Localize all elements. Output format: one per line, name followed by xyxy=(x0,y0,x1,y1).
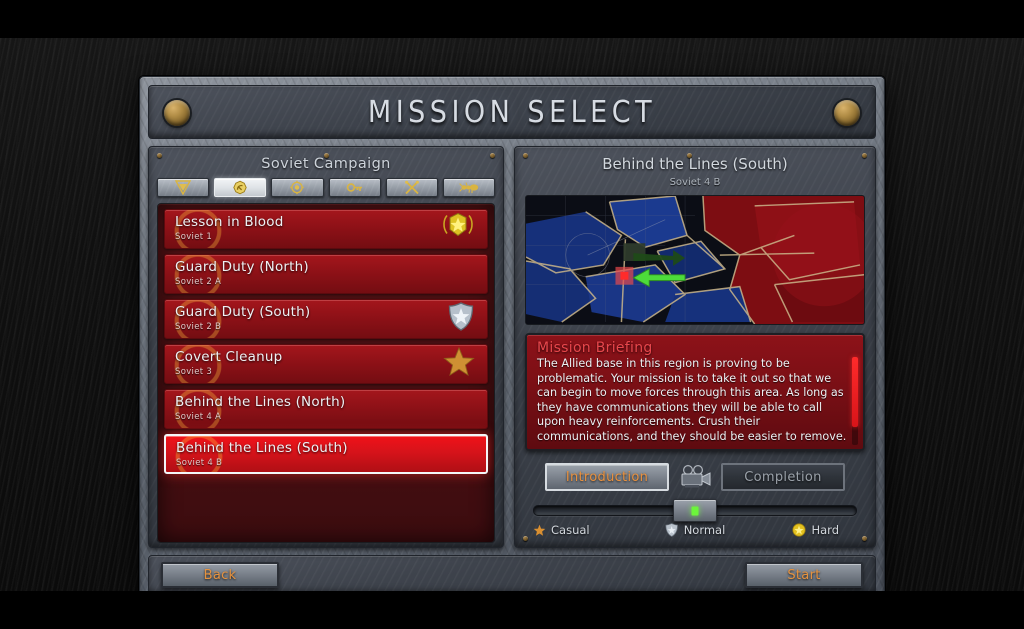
difficulty-option-normal[interactable]: Normal xyxy=(665,523,726,537)
difficulty-label-normal: Normal xyxy=(683,523,726,537)
mission-briefing: Mission Briefing The Allied base in this… xyxy=(525,333,865,451)
briefing-text: The Allied base in this region is provin… xyxy=(537,357,847,443)
silver-shield-icon xyxy=(447,302,475,337)
faction-tab-coop[interactable] xyxy=(385,178,438,197)
yuri-eye-icon xyxy=(286,180,308,195)
gold-medal-icon xyxy=(441,212,475,247)
mission-row[interactable]: Guard Duty (South) Soviet 2 B xyxy=(164,299,488,339)
difficulty-slider[interactable]: Casual Normal Hard xyxy=(533,499,857,545)
ant-icon xyxy=(458,180,480,195)
mission-row[interactable]: Behind the Lines (North) Soviet 4 A xyxy=(164,389,488,429)
rivet-icon xyxy=(687,153,692,158)
briefing-scrollbar[interactable] xyxy=(852,357,858,445)
bronze-star-icon xyxy=(533,524,546,536)
difficulty-label-casual: Casual xyxy=(551,523,590,537)
mission-row[interactable]: Behind the Lines (South) Soviet 4 B xyxy=(164,434,488,474)
campaign-panel: Soviet Campaign Lesson in Blood Soviet 1 G… xyxy=(148,146,504,548)
rivet-icon xyxy=(157,153,162,158)
mission-row-name: Covert Cleanup xyxy=(175,349,283,365)
bronze-star-icon xyxy=(443,346,475,382)
rivet-icon xyxy=(862,153,867,158)
map-graphic xyxy=(526,196,864,324)
mission-row-code: Soviet 3 xyxy=(175,367,213,377)
mission-row-name: Guard Duty (North) xyxy=(175,259,309,275)
letterbox-bottom xyxy=(0,591,1024,629)
letterbox-top xyxy=(0,0,1024,38)
mission-row-code: Soviet 2 A xyxy=(175,277,222,287)
window-titlebar: MISSION SELECT xyxy=(148,85,876,139)
mission-code: Soviet 4 B xyxy=(669,177,721,188)
faction-tab-bonus[interactable] xyxy=(328,178,381,197)
mission-map xyxy=(525,195,865,325)
screw-icon xyxy=(164,100,190,126)
mission-row[interactable]: Covert Cleanup Soviet 3 xyxy=(164,344,488,384)
page-title: MISSION SELECT xyxy=(367,94,657,130)
mission-row-name: Lesson in Blood xyxy=(175,214,284,230)
back-button[interactable]: Back xyxy=(161,562,279,588)
mission-detail-panel: Behind the Lines (South) Soviet 4 B Miss… xyxy=(514,146,876,548)
gold-medal-icon xyxy=(792,523,807,537)
faction-tab-allied[interactable] xyxy=(157,178,210,197)
allied-shield-icon xyxy=(172,180,194,195)
completion-button[interactable]: Completion xyxy=(721,463,845,491)
rivet-icon xyxy=(523,536,528,541)
mission-row[interactable]: Lesson in Blood Soviet 1 xyxy=(164,209,488,249)
mission-row-name: Behind the Lines (North) xyxy=(175,394,346,410)
soviet-emblem-icon xyxy=(229,180,251,195)
introduction-button[interactable]: Introduction xyxy=(545,463,669,491)
faction-tab-yuri[interactable] xyxy=(271,178,324,197)
game-screen: MISSION SELECT Soviet Campaign Lesson in… xyxy=(0,0,1024,629)
silver-shield-icon xyxy=(665,523,678,537)
video-buttons: Introduction Completion xyxy=(525,461,865,493)
film-camera-icon xyxy=(675,465,715,489)
rivet-icon xyxy=(324,153,329,158)
window-footer: Back Start xyxy=(148,555,876,595)
screw-icon xyxy=(834,100,860,126)
briefing-scroll-thumb[interactable] xyxy=(852,357,858,427)
mission-row-name: Guard Duty (South) xyxy=(175,304,311,320)
slider-handle[interactable] xyxy=(673,499,717,522)
difficulty-option-hard[interactable]: Hard xyxy=(792,523,839,537)
mission-row-name: Behind the Lines (South) xyxy=(176,440,348,456)
mission-row-code: Soviet 1 xyxy=(175,232,213,242)
faction-tabs xyxy=(149,172,503,197)
difficulty-label-hard: Hard xyxy=(811,523,839,537)
mission-row[interactable]: Guard Duty (North) Soviet 2 A xyxy=(164,254,488,294)
window-body: Soviet Campaign Lesson in Blood Soviet 1 G… xyxy=(148,146,876,548)
briefing-title: Mission Briefing xyxy=(537,340,653,356)
gold-medal-badge xyxy=(443,212,473,237)
crossed-tools-icon xyxy=(401,180,423,195)
rivet-icon xyxy=(862,536,867,541)
rivet-icon xyxy=(523,153,528,158)
bronze-star-badge xyxy=(443,346,475,376)
key-icon xyxy=(344,180,366,195)
mission-title: Behind the Lines (South) xyxy=(602,155,788,173)
faction-tab-ant[interactable] xyxy=(442,178,496,197)
mission-row-code: Soviet 4 B xyxy=(176,458,223,468)
mission-select-window: MISSION SELECT Soviet Campaign Lesson in… xyxy=(139,76,885,599)
difficulty-option-casual[interactable]: Casual xyxy=(533,523,590,537)
silver-shield-badge xyxy=(448,302,474,331)
mission-row-code: Soviet 2 B xyxy=(175,322,222,332)
rivet-icon xyxy=(490,153,495,158)
mission-row-code: Soviet 4 A xyxy=(175,412,222,422)
campaign-heading: Soviet Campaign xyxy=(261,156,391,172)
faction-tab-soviet[interactable] xyxy=(214,178,267,197)
mission-list[interactable]: Lesson in Blood Soviet 1 Guard Duty (North… xyxy=(157,203,495,543)
start-button[interactable]: Start xyxy=(745,562,863,588)
